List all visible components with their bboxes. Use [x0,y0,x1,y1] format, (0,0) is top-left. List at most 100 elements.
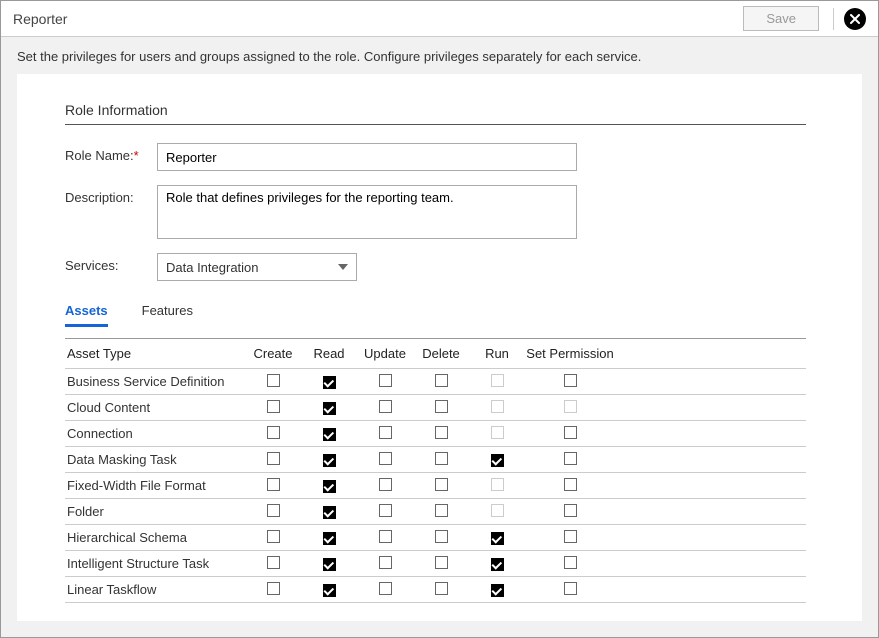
cell-update [357,400,413,416]
checkbox[interactable] [564,504,577,517]
checkbox[interactable] [435,556,448,569]
checkbox [491,374,504,387]
checkbox[interactable] [491,532,504,545]
asset-type-cell: Cloud Content [65,400,245,415]
services-select[interactable]: Data Integration [157,253,357,281]
checkbox[interactable] [491,584,504,597]
checkbox[interactable] [491,454,504,467]
tab-assets[interactable]: Assets [65,303,108,327]
cell-read [301,400,357,416]
checkbox[interactable] [564,556,577,569]
cell-read [301,556,357,572]
table-row: Fixed-Width File Format [65,473,806,499]
body-area: Role Information Role Name:* Description… [1,74,878,637]
role-editor-window: Reporter Save Set the privileges for use… [0,0,879,638]
checkbox[interactable] [379,556,392,569]
required-asterisk: * [134,148,139,163]
privileges-grid: Asset Type Create Read Update Delete Run… [65,338,806,603]
checkbox[interactable] [435,426,448,439]
asset-type-cell: Business Service Definition [65,374,245,389]
checkbox[interactable] [267,426,280,439]
tab-features[interactable]: Features [142,303,193,327]
checkbox[interactable] [267,530,280,543]
cell-run [469,400,525,416]
checkbox[interactable] [564,478,577,491]
col-run: Run [469,346,525,361]
checkbox[interactable] [323,402,336,415]
checkbox [564,400,577,413]
checkbox[interactable] [379,400,392,413]
checkbox[interactable] [323,480,336,493]
checkbox[interactable] [267,504,280,517]
checkbox[interactable] [323,532,336,545]
checkbox[interactable] [323,376,336,389]
table-row: Cloud Content [65,395,806,421]
checkbox[interactable] [435,504,448,517]
cell-delete [413,426,469,442]
checkbox[interactable] [435,400,448,413]
checkbox [491,426,504,439]
grid-body: Business Service Definition Cloud Content… [65,369,806,603]
checkbox[interactable] [564,452,577,465]
cell-read [301,478,357,494]
col-asset-type: Asset Type [65,346,245,361]
description-input[interactable] [157,185,577,239]
checkbox[interactable] [564,374,577,387]
table-row: Hierarchical Schema [65,525,806,551]
checkbox[interactable] [267,478,280,491]
role-name-input[interactable] [157,143,577,171]
cell-set-permission [525,556,615,572]
col-delete: Delete [413,346,469,361]
checkbox[interactable] [323,558,336,571]
asset-type-cell: Intelligent Structure Task [65,556,245,571]
checkbox[interactable] [379,452,392,465]
cell-update [357,530,413,546]
cell-set-permission [525,504,615,520]
checkbox[interactable] [379,530,392,543]
description-label: Description: [65,185,157,205]
asset-type-cell: Data Masking Task [65,452,245,467]
tabs: Assets Features [65,303,806,328]
checkbox[interactable] [379,504,392,517]
panel: Role Information Role Name:* Description… [17,74,862,621]
checkbox[interactable] [267,556,280,569]
titlebar: Reporter Save [1,1,878,37]
checkbox[interactable] [379,582,392,595]
checkbox[interactable] [435,530,448,543]
checkbox[interactable] [379,374,392,387]
cell-create [245,374,301,390]
checkbox[interactable] [435,582,448,595]
checkbox[interactable] [564,426,577,439]
checkbox[interactable] [379,426,392,439]
checkbox [491,400,504,413]
checkbox[interactable] [267,452,280,465]
cell-update [357,426,413,442]
titlebar-divider [833,8,834,30]
cell-read [301,452,357,468]
cell-create [245,582,301,598]
save-button[interactable]: Save [743,6,819,31]
checkbox[interactable] [564,530,577,543]
checkbox[interactable] [435,478,448,491]
checkbox[interactable] [267,582,280,595]
checkbox[interactable] [323,454,336,467]
cell-set-permission [525,374,615,390]
checkbox[interactable] [267,374,280,387]
checkbox[interactable] [435,452,448,465]
checkbox[interactable] [323,584,336,597]
cell-run [469,374,525,390]
table-row: Connection [65,421,806,447]
checkbox[interactable] [323,506,336,519]
checkbox[interactable] [564,582,577,595]
checkbox[interactable] [435,374,448,387]
cell-set-permission [525,530,615,546]
form-row-description: Description: [65,185,806,239]
checkbox[interactable] [491,558,504,571]
checkbox[interactable] [323,428,336,441]
form-row-services: Services: Data Integration [65,253,806,281]
close-button[interactable] [844,8,866,30]
checkbox[interactable] [379,478,392,491]
chevron-down-icon [338,264,348,270]
scroll-content[interactable]: Role Information Role Name:* Description… [65,102,814,609]
checkbox[interactable] [267,400,280,413]
